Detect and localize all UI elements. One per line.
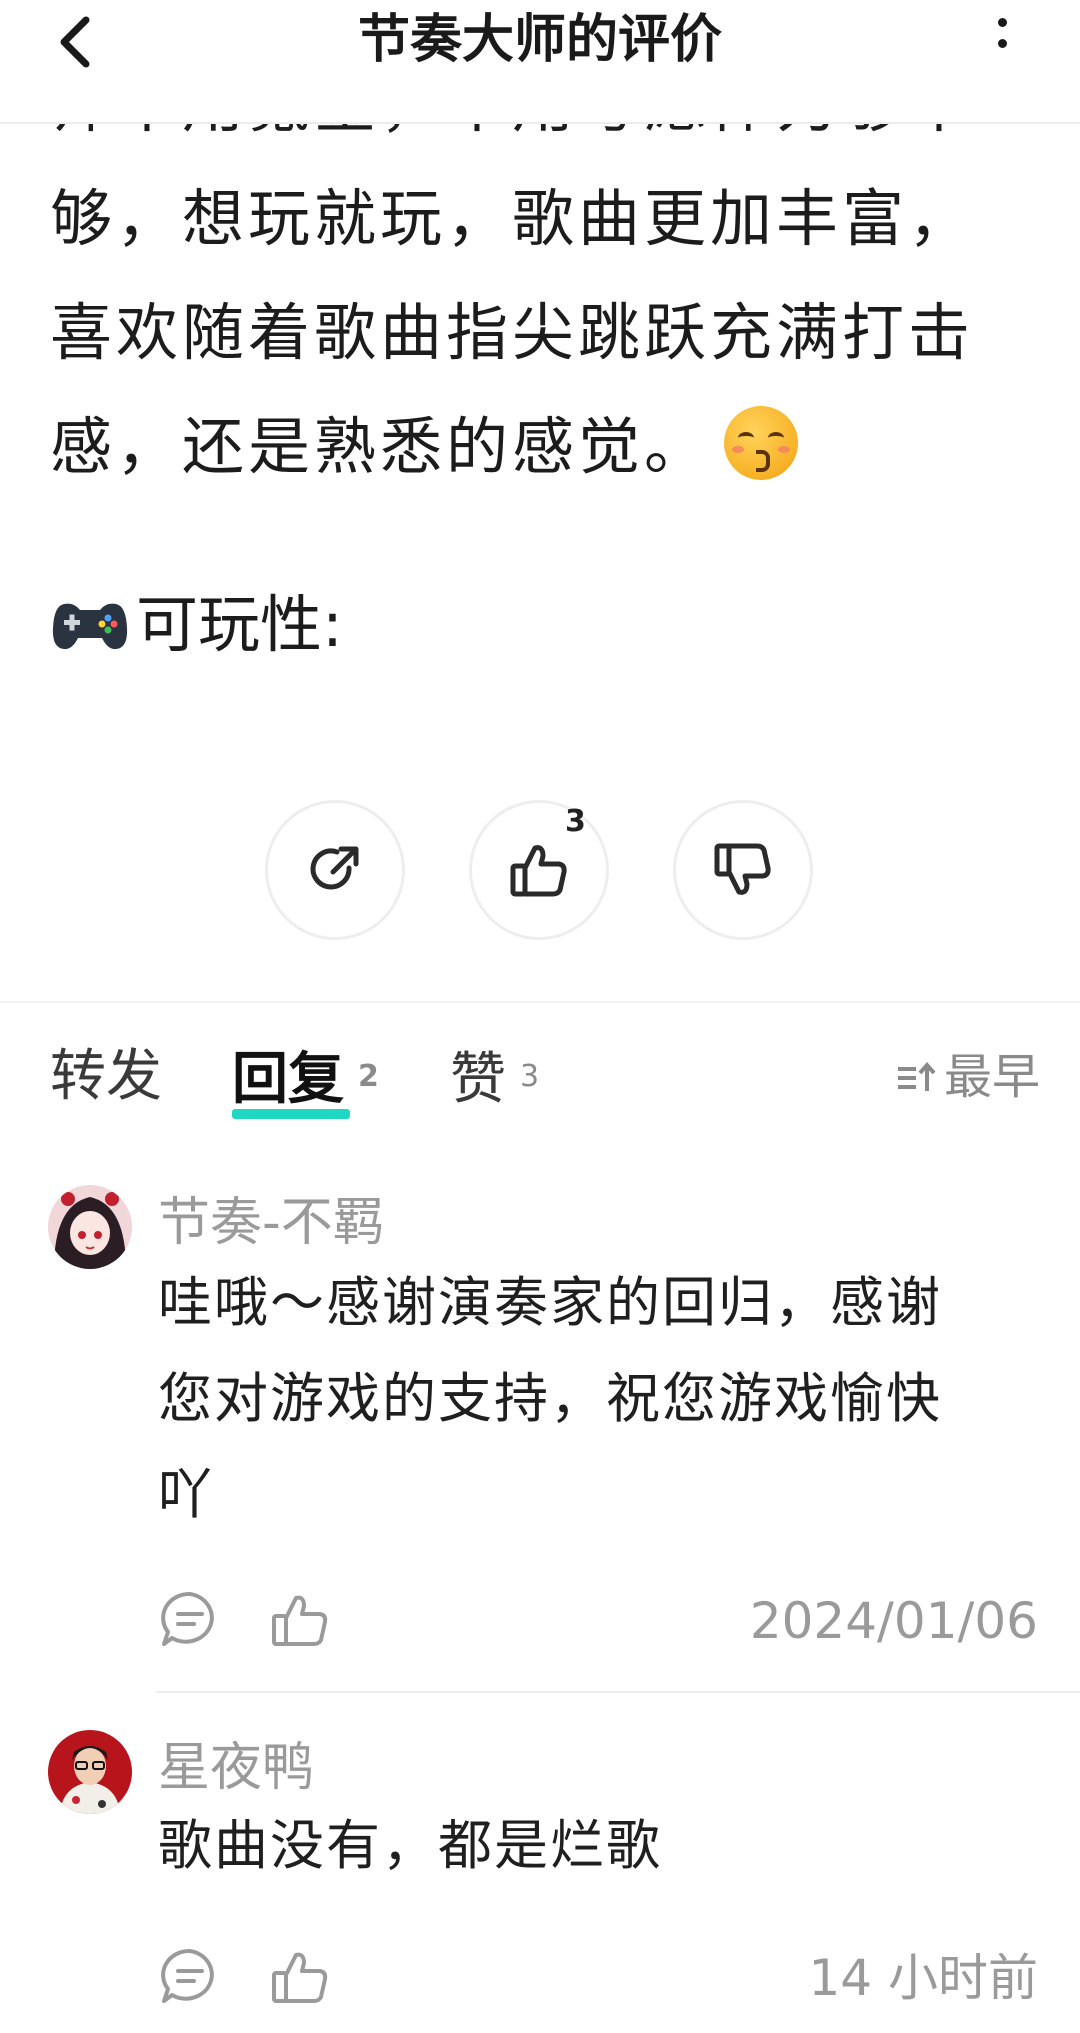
comment-author[interactable]: 节奏-不羁: [158, 1185, 385, 1261]
review-actions: 3: [265, 800, 815, 945]
thumbs-up-icon[interactable]: [268, 1588, 332, 1652]
more-options-button[interactable]: [994, 18, 1010, 58]
review-line-last: 感，还是熟悉的感觉。: [50, 390, 1040, 504]
comment-author[interactable]: 星夜鸭: [158, 1730, 314, 1806]
tab-reply-label: 回复: [232, 1047, 344, 1112]
share-button[interactable]: [265, 800, 405, 940]
like-button[interactable]: [469, 800, 609, 940]
comment-text: 哇哦～感谢演奏家的回归，感谢 您对游戏的支持，祝您游戏愉快 吖: [158, 1255, 1038, 1543]
thumbs-up-icon: [510, 845, 567, 897]
playability-row: 可玩性:: [50, 585, 343, 665]
comment-actions: 14 小时前: [158, 1945, 1038, 2015]
comment-text: 歌曲没有，都是烂歌: [158, 1798, 1038, 1894]
likes-count: 3: [520, 1059, 540, 1094]
tab-bar: 转发 回复 2 赞3 最早: [50, 1040, 1040, 1120]
comment-actions: 2024/01/06: [158, 1588, 1038, 1658]
like-count: 3: [565, 804, 586, 839]
comment-text-line: 哇哦～感谢演奏家的回归，感谢: [158, 1271, 942, 1334]
tab-likes[interactable]: 赞3: [450, 1040, 539, 1117]
tab-repost[interactable]: 转发: [50, 1040, 162, 1114]
comment-icon[interactable]: [158, 1945, 222, 2009]
comment-date: 14 小时前: [808, 1949, 1038, 2007]
gamepad-icon: [52, 603, 128, 650]
thumbs-down-icon: [714, 843, 771, 895]
tab-repost-label: 转发: [50, 1044, 162, 1109]
review-line: 够，想玩就玩，歌曲更加丰富，: [50, 182, 975, 255]
kissing-face-icon: [724, 406, 799, 480]
comment-date: 2024/01/06: [749, 1592, 1038, 1650]
more-vertical-icon: [994, 18, 1010, 48]
playability-label: 可玩性:: [136, 588, 343, 661]
avatar[interactable]: [48, 1185, 132, 1269]
review-line: 喜欢随着歌曲指尖跳跃充满打击: [50, 296, 975, 369]
sort-label: 最早: [943, 1049, 1040, 1105]
review-line-text: 感，还是熟悉的感觉。: [50, 410, 711, 483]
comment-text-line: 您对游戏的支持，祝您游戏愉快: [158, 1367, 942, 1430]
thumbs-up-icon[interactable]: [268, 1945, 332, 2009]
share-icon: [310, 846, 359, 890]
comment-icon[interactable]: [158, 1588, 222, 1652]
comment-text-line: 歌曲没有，都是烂歌: [158, 1814, 662, 1877]
tab-reply[interactable]: 回复 2: [232, 1040, 379, 1119]
tab-likes-label: 赞: [450, 1047, 506, 1112]
comment-item: 星夜鸭 歌曲没有，都是烂歌 14 小时前: [48, 1730, 1038, 2030]
comment-item: 节奏-不羁 哇哦～感谢演奏家的回归，感谢 您对游戏的支持，祝您游戏愉快 吖 20…: [48, 1185, 1080, 1705]
top-bar: 节奏大师的评价: [0, 0, 1080, 124]
comment-text-line: 吖: [158, 1463, 214, 1526]
comment-divider: [156, 1691, 1080, 1693]
sort-icon: [897, 1061, 936, 1091]
section-divider: [0, 1001, 1080, 1003]
page-title: 节奏大师的评价: [357, 10, 722, 70]
sort-button[interactable]: 最早: [896, 1042, 1040, 1112]
avatar[interactable]: [48, 1730, 132, 1814]
reply-count: 2: [358, 1059, 379, 1094]
dislike-button[interactable]: [673, 800, 813, 940]
